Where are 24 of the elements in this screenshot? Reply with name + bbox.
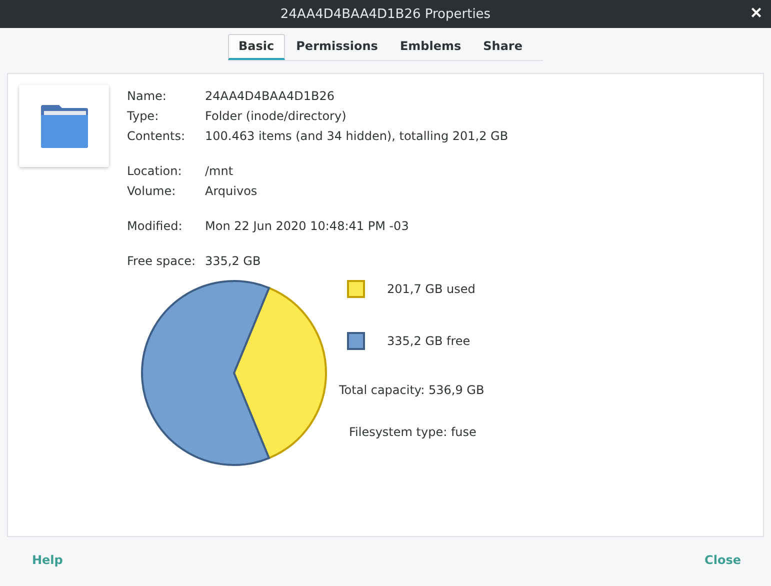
total-capacity: Total capacity: 536,9 GB [339,383,484,397]
filesystem-type: Filesystem type: fuse [349,425,476,439]
window-title: 24AA4D4BAA4D1B26 Properties [280,6,491,22]
field-label: Name: [127,89,168,103]
field-label: Type: [127,109,160,123]
tab[interactable]: Basic [228,34,286,60]
field-value: 335,2 GB [205,254,261,268]
tab[interactable]: Share [472,34,534,60]
field-label: Location: [127,164,183,178]
field-value: Mon 22 Jun 2020 10:48:41 PM -03 [205,219,409,233]
field-label: Free space: [127,254,197,268]
field-value: Arquivos [205,184,258,198]
tab[interactable]: Emblems [388,34,472,60]
field-value: 24AA4D4BAA4D1B26 [205,89,335,103]
field-label: Volume: [127,184,177,198]
folder-icon [39,103,89,149]
legend-label: 335,2 GB free [387,334,470,348]
field-value: /mnt [205,164,234,178]
field-label: Contents: [127,129,186,143]
field-label: Modified: [127,219,184,233]
field-value: Folder (inode/directory) [205,109,346,123]
legend-label: 201,7 GB used [387,282,476,296]
field-value: 100.463 items (and 34 hidden), totalling 201,2 GB [205,129,508,143]
tab[interactable]: Permissions [285,34,389,60]
